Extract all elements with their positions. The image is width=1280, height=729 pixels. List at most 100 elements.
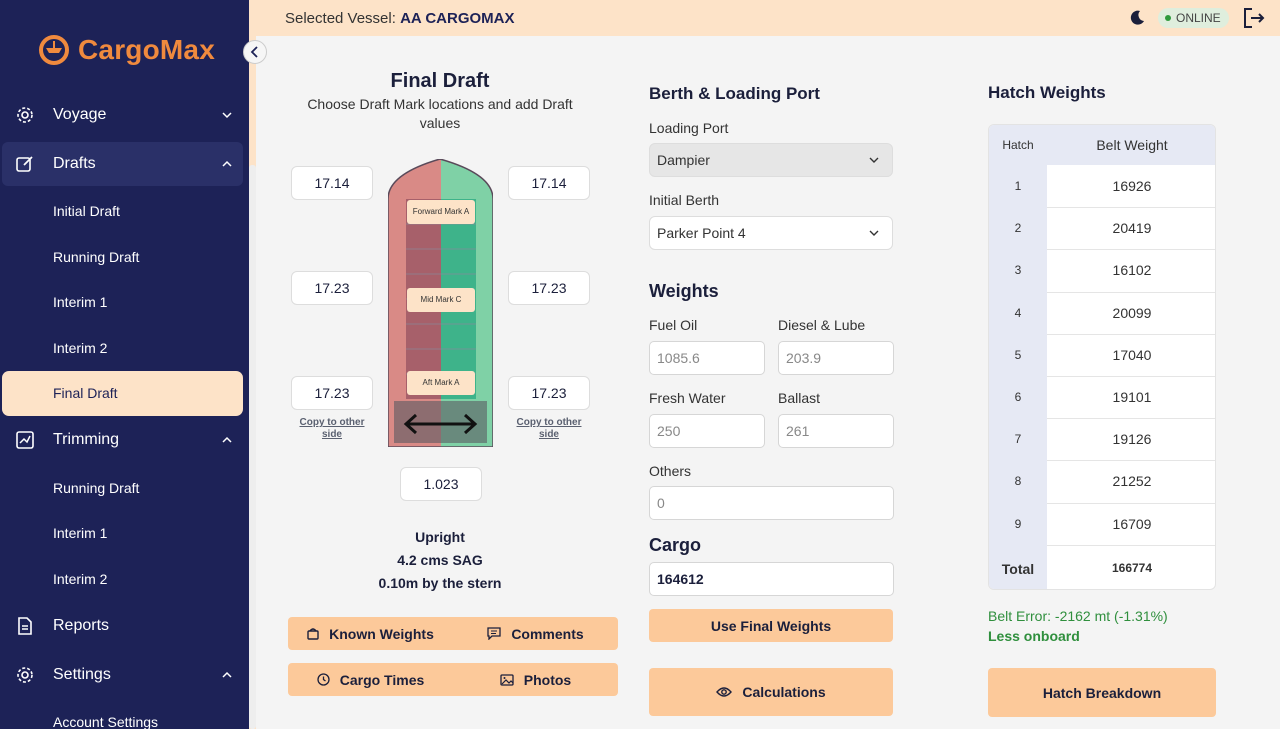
hatch-row-divider [1047, 460, 1215, 462]
hatch-belt-weight: 17040 [1112, 346, 1152, 363]
gear-icon [17, 107, 33, 123]
chevron-up-icon [222, 671, 232, 678]
fuel-oil-label: Fuel Oil [649, 317, 698, 333]
sidebar-item-initial-draft[interactable]: Initial Draft [53, 203, 120, 219]
aft-mark-button[interactable]: Aft Mark A [407, 371, 475, 395]
sidebar-scrollbar[interactable] [249, 165, 256, 729]
fuel-oil-input[interactable]: 1085.6 [649, 341, 765, 375]
sidebar-item-interim-1[interactable]: Interim 1 [53, 294, 107, 310]
others-input[interactable]: 0 [649, 486, 894, 520]
cargomax-logo-icon [39, 35, 69, 65]
hatch-number: 4 [1014, 305, 1022, 320]
hatch-column-header: Hatch [1002, 138, 1034, 152]
copy-left-to-other-side-link[interactable]: Copy to other side [291, 417, 373, 441]
draft-status-upright: Upright [415, 529, 465, 545]
total-label: Total [1001, 561, 1035, 577]
sidebar-item-running-draft[interactable]: Running Draft [53, 249, 139, 265]
sidebar-item-account-settings[interactable]: Account Settings [53, 714, 158, 729]
chevron-down-icon [869, 157, 879, 163]
calculations-label: Calculations [742, 684, 826, 700]
hatch-row-divider [1047, 291, 1215, 293]
comments-button[interactable]: Comments [453, 617, 618, 650]
initial-berth-value: Parker Point 4 [657, 225, 746, 241]
ballast-label: Ballast [778, 390, 821, 406]
loading-port-select[interactable]: Dampier [649, 143, 893, 177]
nav-settings-label: Settings [53, 666, 111, 683]
photos-button[interactable]: Photos [453, 663, 618, 696]
hatch-row-divider [1047, 249, 1215, 251]
vessel-label: Selected Vessel: [285, 10, 396, 27]
image-icon [500, 673, 514, 686]
chevron-down-icon [869, 230, 879, 236]
belt-weight-column-header: Belt Weight [1096, 137, 1168, 153]
calculations-button[interactable]: Calculations [649, 668, 893, 716]
cargo-times-photos-bar: Cargo Times Photos [288, 663, 618, 696]
known-weights-button[interactable]: Known Weights [288, 617, 453, 650]
hatch-row-divider [1047, 502, 1215, 504]
hatch-number: 7 [1014, 432, 1022, 447]
nav-reports[interactable]: Reports [0, 604, 249, 648]
cargo-times-label: Cargo Times [339, 671, 425, 688]
aft-left-draft-input[interactable]: 17.23 [291, 376, 373, 410]
forward-left-draft-input[interactable]: 17.14 [291, 166, 373, 200]
mid-mark-button[interactable]: Mid Mark C [407, 288, 475, 312]
use-final-weights-button[interactable]: Use Final Weights [649, 609, 893, 642]
initial-berth-select[interactable]: Parker Point 4 [649, 216, 893, 250]
hatch-breakdown-button[interactable]: Hatch Breakdown [988, 668, 1216, 717]
nav-drafts-label: Drafts [53, 155, 96, 172]
berth-section-title: Berth & Loading Port [649, 84, 820, 103]
collapse-sidebar-button[interactable] [243, 40, 267, 64]
cargo-input[interactable]: 164612 [649, 562, 894, 596]
nav-trimming[interactable]: Trimming [0, 418, 249, 462]
others-label: Others [649, 463, 692, 479]
hatch-row-divider [1047, 207, 1215, 209]
logout-icon[interactable] [1242, 7, 1266, 29]
forward-right-draft-input[interactable]: 17.14 [508, 166, 590, 200]
chevron-left-icon [250, 46, 258, 58]
nav-drafts[interactable]: Drafts [2, 142, 243, 186]
hatch-number: 8 [1014, 474, 1022, 489]
draft-status-trim: 0.10m by the stern [378, 575, 502, 591]
ballast-input[interactable]: 261 [778, 414, 894, 448]
chevron-up-icon [222, 436, 232, 443]
nav-voyage[interactable]: Voyage [0, 93, 249, 137]
forward-mark-button[interactable]: Forward Mark A [407, 200, 475, 224]
copy-right-to-other-side-link[interactable]: Copy to other side [508, 417, 590, 441]
final-draft-subtitle: Choose Draft Mark locations and add Draf… [307, 96, 573, 131]
aft-right-draft-input[interactable]: 17.23 [508, 376, 590, 410]
cargo-section-title: Cargo [649, 535, 702, 555]
hatch-breakdown-label: Hatch Breakdown [1042, 684, 1162, 701]
mid-left-draft-input[interactable]: 17.23 [291, 271, 373, 305]
mid-right-draft-input[interactable]: 17.23 [508, 271, 590, 305]
logo: CargoMax [38, 34, 215, 66]
moon-icon[interactable] [1127, 8, 1147, 28]
density-input[interactable]: 1.023 [400, 467, 482, 501]
sidebar-item-interim-2[interactable]: Interim 2 [53, 340, 107, 356]
hatch-weights-title: Hatch Weights [988, 83, 1106, 102]
document-icon [18, 617, 32, 635]
hatch-row-divider [1047, 544, 1215, 546]
chevron-up-icon [222, 160, 232, 167]
total-value: 166774 [1111, 561, 1153, 575]
hatch-belt-weight: 21252 [1112, 473, 1152, 490]
cargo-times-button[interactable]: Cargo Times [288, 663, 453, 696]
sidebar-item-final-draft[interactable]: Final Draft [2, 371, 243, 416]
hatch-number: 9 [1014, 516, 1022, 531]
sidebar-item-trim-interim-2[interactable]: Interim 2 [53, 571, 107, 587]
hatch-row-divider [1047, 333, 1215, 335]
hatch-belt-weight: 20099 [1112, 304, 1152, 321]
diesel-lube-input[interactable]: 203.9 [778, 341, 894, 375]
comment-icon [487, 627, 501, 640]
vessel-name: AA CARGOMAX [400, 10, 515, 27]
hatch-belt-weight: 16709 [1112, 515, 1152, 532]
nav-settings[interactable]: Settings [0, 653, 249, 697]
belt-error-text: Belt Error: -2162 mt (-1.31%) [988, 608, 1168, 624]
loading-port-value: Dampier [657, 152, 710, 168]
edit-icon [16, 156, 33, 172]
hatch-number: 5 [1014, 347, 1022, 362]
top-bar: Selected Vessel: AA CARGOMAX ONLINE [256, 0, 1280, 36]
use-final-weights-label: Use Final Weights [710, 617, 832, 634]
sidebar-item-trim-running-draft[interactable]: Running Draft [53, 480, 139, 496]
sidebar-item-trim-interim-1[interactable]: Interim 1 [53, 525, 107, 541]
fresh-water-input[interactable]: 250 [649, 414, 765, 448]
